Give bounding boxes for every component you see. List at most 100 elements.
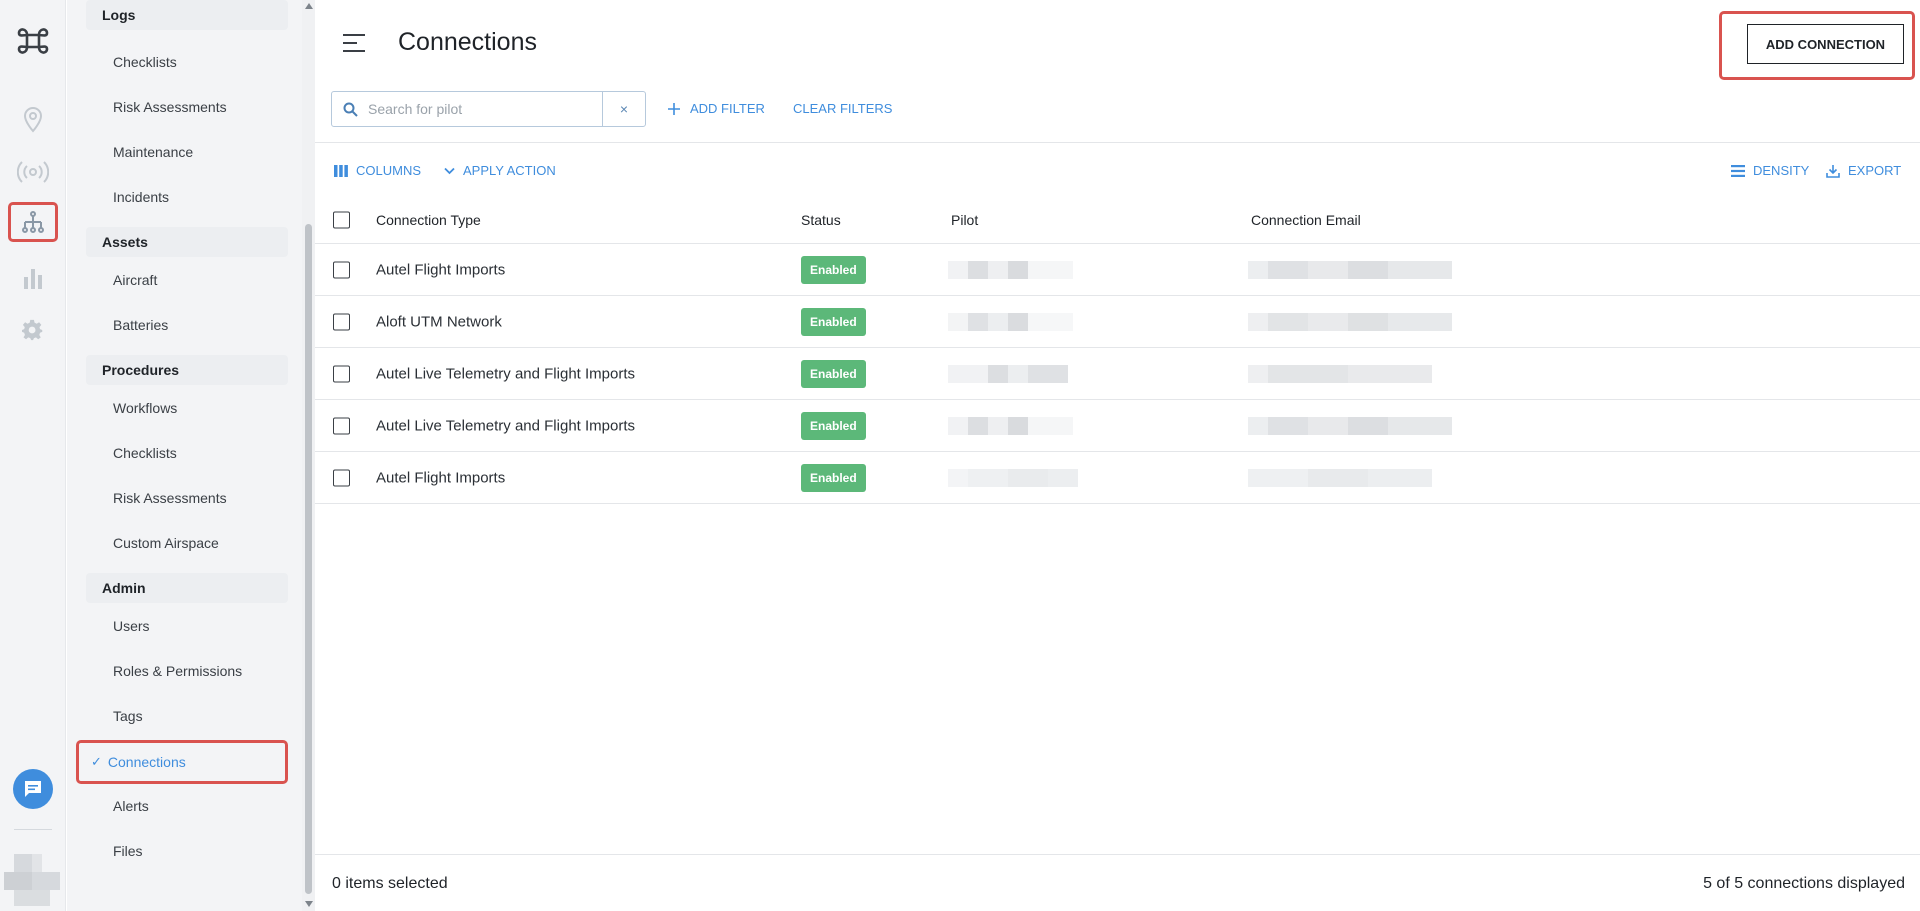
sidebar-item-procedure-checklists[interactable]: Checklists [113, 435, 177, 471]
selected-count: 0 items selected [332, 875, 448, 892]
add-filter-label: ADD FILTER [690, 101, 765, 116]
row-checkbox[interactable] [333, 417, 350, 434]
email-redacted [1248, 309, 1452, 335]
app-logo-icon[interactable] [12, 20, 54, 62]
density-label: DENSITY [1753, 163, 1810, 178]
scrollbar-thumb[interactable] [305, 224, 312, 894]
email-redacted [1248, 465, 1432, 491]
columns-label: COLUMNS [356, 163, 422, 178]
row-checkbox[interactable] [333, 365, 350, 382]
table-row[interactable]: Aloft UTM Network Enabled [315, 296, 1920, 348]
status-badge: Enabled [801, 359, 866, 388]
apply-action-label: APPLY ACTION [463, 163, 556, 178]
email-redacted [1248, 413, 1452, 439]
search-input[interactable] [368, 94, 598, 124]
columns-button[interactable]: COLUMNS [334, 163, 421, 178]
column-header-connection-type[interactable]: Connection Type [376, 212, 481, 228]
density-button[interactable]: DENSITY [1731, 163, 1809, 178]
status-badge: Enabled [801, 255, 866, 284]
sidebar-item-procedure-risk-assessments[interactable]: Risk Assessments [113, 480, 227, 516]
plus-icon [668, 102, 680, 115]
select-all-checkbox[interactable] [333, 211, 350, 228]
sidebar-item-log-checklists[interactable]: Checklists [113, 44, 177, 80]
divider [315, 142, 1920, 143]
status-badge: Enabled [801, 411, 866, 440]
column-header-pilot[interactable]: Pilot [951, 212, 978, 228]
icon-rail [0, 0, 66, 911]
pilot-redacted [948, 413, 1073, 439]
section-heading-logs: Logs [86, 0, 288, 30]
rail-divider [14, 829, 52, 830]
sidebar-item-log-risk-assessments[interactable]: Risk Assessments [113, 89, 227, 125]
section-heading-admin: Admin [86, 573, 288, 603]
column-header-status[interactable]: Status [801, 212, 841, 228]
search-box: × [331, 91, 646, 127]
add-filter-button[interactable]: ADD FILTER [668, 101, 765, 116]
map-pin-icon[interactable] [8, 100, 58, 140]
sidebar-nav: Logs Checklists Risk Assessments Mainten… [67, 0, 302, 911]
table-footer: 0 items selected 5 of 5 connections disp… [315, 854, 1920, 911]
sidebar-item-aircraft[interactable]: Aircraft [113, 262, 157, 298]
gear-icon[interactable] [8, 310, 58, 350]
bar-chart-icon[interactable] [8, 258, 58, 298]
broadcast-icon[interactable] [8, 152, 58, 192]
add-connection-button[interactable]: ADD CONNECTION [1747, 24, 1904, 64]
export-button[interactable]: EXPORT [1826, 163, 1901, 178]
section-heading-procedures: Procedures [86, 355, 288, 385]
connections-table: Connection Type Status Pilot Connection … [315, 196, 1920, 504]
table-row[interactable]: Autel Flight Imports Enabled [315, 452, 1920, 504]
columns-icon [334, 164, 348, 177]
sidebar-item-custom-airspace[interactable]: Custom Airspace [113, 525, 219, 561]
email-redacted [1248, 361, 1432, 387]
density-icon [1731, 164, 1745, 177]
row-checkbox[interactable] [333, 469, 350, 486]
status-badge: Enabled [801, 307, 866, 336]
check-icon: ✓ [91, 754, 102, 769]
menu-toggle-button[interactable] [341, 30, 369, 56]
sidebar-item-incidents[interactable]: Incidents [113, 179, 169, 215]
main-content: Connections ADD CONNECTION × ADD FILTER … [315, 0, 1920, 911]
pilot-redacted [948, 361, 1078, 387]
column-header-connection-email[interactable]: Connection Email [1251, 212, 1361, 228]
clear-filters-button[interactable]: CLEAR FILTERS [793, 101, 892, 116]
row-checkbox[interactable] [333, 313, 350, 330]
clear-search-icon[interactable]: × [602, 92, 645, 126]
table-row[interactable]: Autel Live Telemetry and Flight Imports … [315, 348, 1920, 400]
email-redacted [1248, 257, 1452, 283]
search-icon [332, 102, 368, 117]
sidebar-item-batteries[interactable]: Batteries [113, 307, 168, 343]
sidebar-item-connections[interactable]: ✓ Connections [76, 740, 288, 784]
apply-action-button[interactable]: APPLY ACTION [444, 163, 556, 178]
table-row[interactable]: Autel Live Telemetry and Flight Imports … [315, 400, 1920, 452]
sidebar-item-alerts[interactable]: Alerts [113, 788, 149, 824]
pilot-redacted [948, 257, 1073, 283]
chevron-down-icon [444, 167, 455, 174]
export-label: EXPORT [1848, 163, 1902, 178]
org-chart-icon[interactable] [8, 202, 58, 242]
row-checkbox[interactable] [333, 261, 350, 278]
chat-support-button[interactable] [13, 769, 53, 809]
connection-type-cell: Autel Flight Imports [376, 469, 506, 486]
sidebar-item-label: Connections [107, 754, 186, 770]
sidebar-item-workflows[interactable]: Workflows [113, 390, 177, 426]
sidebar-scrollbar[interactable] [302, 0, 315, 911]
connection-type-cell: Autel Live Telemetry and Flight Imports [376, 365, 636, 382]
chat-icon [25, 781, 41, 797]
scroll-up-arrow-icon[interactable] [305, 3, 313, 9]
connection-type-cell: Autel Flight Imports [376, 261, 506, 278]
table-row[interactable]: Autel Flight Imports Enabled [315, 244, 1920, 296]
displayed-count: 5 of 5 connections displayed [1703, 875, 1905, 892]
connection-type-cell: Aloft UTM Network [376, 313, 502, 330]
scroll-down-arrow-icon[interactable] [305, 901, 313, 907]
sidebar-item-tags[interactable]: Tags [113, 698, 143, 734]
sidebar-item-users[interactable]: Users [113, 608, 150, 644]
status-badge: Enabled [801, 463, 866, 492]
pilot-redacted [948, 465, 1078, 491]
section-heading-assets: Assets [86, 227, 288, 257]
sidebar-item-files[interactable]: Files [113, 833, 143, 869]
sidebar-item-roles-permissions[interactable]: Roles & Permissions [113, 653, 242, 689]
table-header-row: Connection Type Status Pilot Connection … [315, 196, 1920, 244]
sidebar-item-maintenance[interactable]: Maintenance [113, 134, 193, 170]
pilot-redacted [948, 309, 1073, 335]
user-avatar[interactable] [4, 854, 60, 906]
